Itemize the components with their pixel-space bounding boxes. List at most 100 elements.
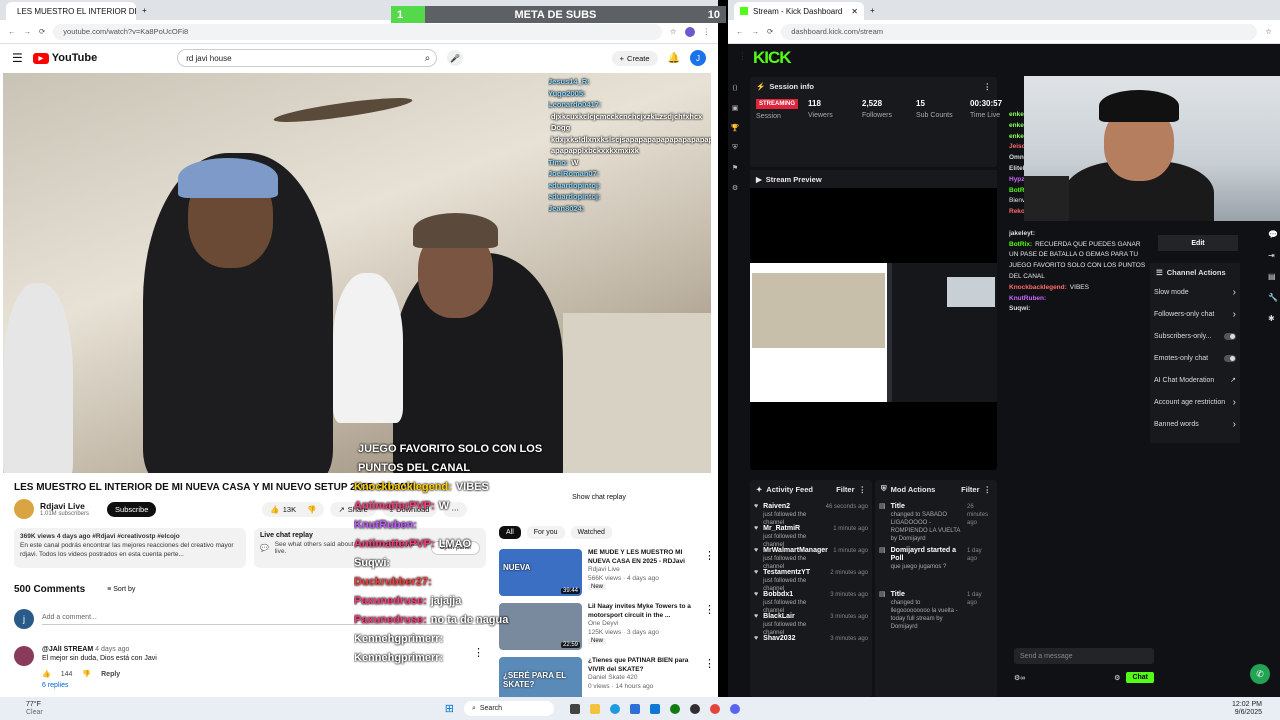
recommended-title[interactable]: ¿Tienes que PATINAR BIEN para VIVIR del … xyxy=(588,657,698,674)
chat-username[interactable]: KnutRuben: xyxy=(1009,295,1046,302)
recommended-channel[interactable]: One Deyvi xyxy=(588,620,698,629)
video-player[interactable]: Jesus14_R: Yugo2005: Leonardo0417: djxkcuxk… xyxy=(3,73,711,473)
hamburger-menu-icon[interactable]: ☰ xyxy=(12,51,23,65)
new-tab-icon[interactable]: + xyxy=(870,6,875,15)
profile-avatar-icon[interactable] xyxy=(684,26,695,37)
stream-icon[interactable]: ⟨⟩ xyxy=(732,84,737,92)
mail-icon[interactable] xyxy=(649,703,660,714)
wrench-rail-icon[interactable]: 🔧 xyxy=(1268,293,1278,302)
comment-author[interactable]: @JAlI STREAM xyxy=(42,646,93,653)
yt-browser-tab[interactable]: LES MUESTRO EL INTERIOR DE ✕ xyxy=(6,2,136,20)
channel-action-item[interactable]: Slow mode › xyxy=(1150,281,1240,303)
moderation-icon[interactable]: ⛨ xyxy=(732,144,737,152)
stream-preview-video[interactable] xyxy=(750,263,997,402)
back-icon[interactable]: ← xyxy=(736,27,744,36)
layout-rail-icon[interactable]: ▤ xyxy=(1268,272,1278,281)
chip-watched[interactable]: Watched xyxy=(570,526,612,539)
expand-rail-icon[interactable]: ⇥ xyxy=(1268,251,1278,260)
new-tab-icon[interactable]: + xyxy=(142,6,147,15)
activity-user[interactable]: Mr_RatmiR xyxy=(763,525,828,533)
recommended-title[interactable]: ME MUDE Y LES MUESTRO MI NUEVA CASA EN 2… xyxy=(588,549,698,566)
channel-action-item[interactable]: Followers-only chat › xyxy=(1150,303,1240,325)
channel-action-item[interactable]: Emotes-only chat xyxy=(1150,347,1240,369)
chrome-icon[interactable] xyxy=(709,703,720,714)
discord-icon[interactable] xyxy=(729,703,740,714)
video-description[interactable]: 369K views 4 days ago #Rdjavi #creativos… xyxy=(14,528,246,568)
comment-reply-button[interactable]: Reply xyxy=(101,671,120,678)
sort-by-button[interactable]: ≡ Sort by xyxy=(107,586,135,593)
file-explorer-icon[interactable] xyxy=(589,703,600,714)
channel-action-item[interactable]: Subscribers-only... xyxy=(1150,325,1240,347)
channel-action-item[interactable]: Account age restriction › xyxy=(1150,391,1240,413)
recommended-menu-icon[interactable]: ⋮ xyxy=(704,657,715,697)
green-fab-button[interactable]: ✆ xyxy=(1250,664,1270,684)
youtube-logo[interactable]: ▶ YouTube xyxy=(32,52,97,64)
recommended-title[interactable]: Lil Naay invites Myke Towers to a motors… xyxy=(588,603,698,620)
comment-replies-toggle[interactable]: 6 replies xyxy=(42,682,465,689)
yt-url-field[interactable]: youtube.com/watch?v=Ka8PoUcOFi8 xyxy=(53,23,662,40)
activity-user[interactable]: TestamentzYT xyxy=(763,569,825,577)
chat-username[interactable]: BotRix: xyxy=(1009,241,1032,248)
channel-action-item[interactable]: Banned words › xyxy=(1150,413,1240,435)
kick-url-field[interactable]: dashboard.kick.com/stream xyxy=(781,23,1258,40)
comment-dislike-icon[interactable]: 👎 xyxy=(82,670,91,678)
forward-icon[interactable]: → xyxy=(24,27,32,36)
weather-widget[interactable]: 77°F Clear xyxy=(26,701,43,717)
reload-icon[interactable]: ⟳ xyxy=(767,27,773,36)
comment-like-icon[interactable]: 👍 xyxy=(42,670,51,678)
channel-action-toggle[interactable] xyxy=(1224,354,1236,362)
points-icon[interactable]: ⚙∞ xyxy=(1014,674,1025,682)
back-icon[interactable]: ← xyxy=(8,27,16,36)
activity-user[interactable]: Shav2032 xyxy=(763,635,795,643)
channel-name[interactable]: Rdjavi Live xyxy=(40,501,89,511)
search-icon[interactable]: ⌕ xyxy=(425,53,431,64)
trophy-icon[interactable]: 🏆 xyxy=(731,124,740,132)
reload-icon[interactable]: ⟳ xyxy=(39,27,45,36)
yt-search-input[interactable]: rd javi house ⌕ xyxy=(177,49,438,67)
chat-send-button[interactable]: Chat xyxy=(1126,672,1154,683)
activity-user[interactable]: BlackLair xyxy=(763,613,825,621)
thumbs-down-icon[interactable]: 👎 xyxy=(307,505,316,514)
channel-action-item[interactable]: AI Chat Moderation ↗ xyxy=(1150,369,1240,391)
bookmark-star-icon[interactable]: ☆ xyxy=(670,27,677,36)
activity-filter-button[interactable]: Filter xyxy=(836,485,854,494)
system-tray-clock[interactable]: 12:02 PM 9/6/2025 xyxy=(1232,701,1262,717)
browser-menu-icon[interactable]: ⋮ xyxy=(703,27,711,36)
recommended-channel[interactable]: Rdjavi Live xyxy=(588,566,698,575)
taskbar-search[interactable]: ⌕ Search xyxy=(463,701,554,716)
notifications-bell-icon[interactable]: 🔔 xyxy=(668,53,680,64)
edit-button[interactable]: Edit xyxy=(1158,235,1238,251)
channel-action-toggle[interactable] xyxy=(1224,332,1236,340)
microphone-icon[interactable]: 🎤 xyxy=(447,50,464,66)
community-icon[interactable]: ⚑ xyxy=(732,164,738,172)
chat-username[interactable]: Suqwi: xyxy=(1009,305,1030,312)
mod-filter-button[interactable]: Filter xyxy=(961,485,979,494)
recommended-menu-icon[interactable]: ⋮ xyxy=(704,603,715,651)
activity-user[interactable]: Bobbdx1 xyxy=(763,591,825,599)
settings-gear-icon[interactable]: ⚙ xyxy=(732,184,738,192)
session-info-menu-icon[interactable]: ⋮ xyxy=(984,82,992,91)
recommended-channel[interactable]: Daniel Skate 420 xyxy=(588,674,698,683)
forward-icon[interactable]: → xyxy=(752,27,760,36)
xbox-icon[interactable] xyxy=(669,703,680,714)
chat-input[interactable]: Send a message xyxy=(1020,653,1073,660)
dashboard-icon[interactable]: ▣ xyxy=(732,104,739,112)
windows-start-icon[interactable]: ⊞ xyxy=(445,702,454,715)
subscribe-button[interactable]: Subscribe xyxy=(107,501,157,517)
like-button[interactable]: 👍 13K 👎 xyxy=(262,501,325,517)
task-view-icon[interactable] xyxy=(569,703,580,714)
bookmark-star-icon[interactable]: ☆ xyxy=(1265,27,1272,36)
chat-settings-icon[interactable]: ⚙ xyxy=(1114,674,1120,682)
edge-icon[interactable] xyxy=(609,703,620,714)
chat-username[interactable]: jakeleyt: xyxy=(1009,230,1035,237)
activity-user[interactable]: MrWalmartManager xyxy=(763,547,828,555)
obs-icon[interactable] xyxy=(689,703,700,714)
activity-user[interactable]: Raiven2 xyxy=(763,503,820,511)
mod-menu-icon[interactable]: ⋮ xyxy=(984,485,992,494)
chat-username[interactable]: Knockbacklegend: xyxy=(1009,284,1067,291)
comment-author-avatar[interactable] xyxy=(14,646,34,666)
tab-close-icon[interactable]: ✕ xyxy=(851,7,858,16)
activity-menu-icon[interactable]: ⋮ xyxy=(859,485,867,494)
store-icon[interactable] xyxy=(629,703,640,714)
channel-avatar[interactable] xyxy=(14,499,34,519)
